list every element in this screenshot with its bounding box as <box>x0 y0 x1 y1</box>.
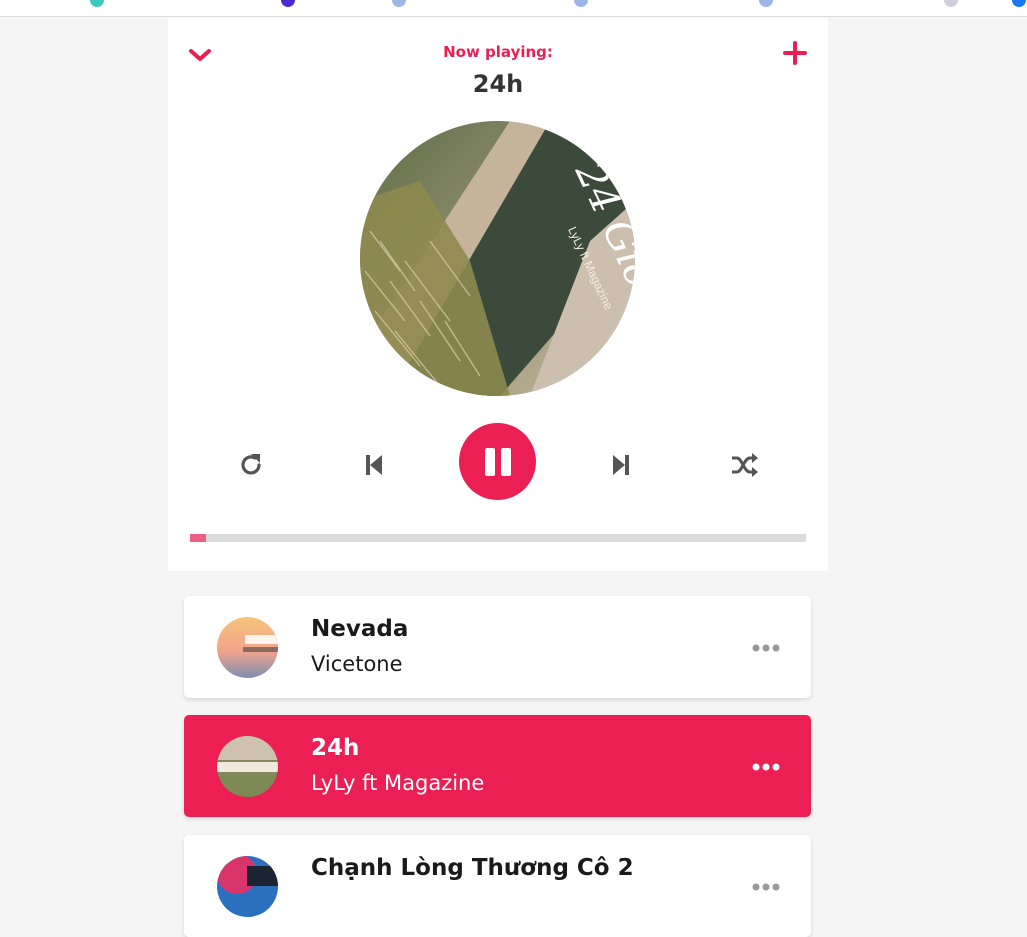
player-header: Now playing: 24h <box>168 18 828 118</box>
more-options-button[interactable] <box>752 879 780 893</box>
prev-button[interactable] <box>359 450 389 480</box>
shuffle-button[interactable] <box>728 450 760 480</box>
bookmark-icon[interactable] <box>944 0 958 7</box>
bookmark-icon[interactable] <box>574 0 588 7</box>
song-title: Nevada <box>311 616 409 642</box>
bookmark-icon[interactable] <box>90 0 104 7</box>
cd-thumbnail: 24 Giờ LyLy ft Magazine <box>360 121 635 396</box>
album-art: 24 Giờ LyLy ft Magazine <box>360 121 635 396</box>
ellipsis-icon <box>752 883 780 891</box>
progress-fill <box>190 534 207 542</box>
bookmark-icon[interactable] <box>281 0 295 7</box>
song-thumbnail <box>217 736 278 797</box>
song-item-24h[interactable]: 24h LyLy ft Magazine <box>184 715 811 817</box>
plus-icon <box>783 41 807 65</box>
song-artist: Vicetone <box>311 652 403 676</box>
more-options-button[interactable] <box>752 640 780 654</box>
add-button[interactable] <box>782 40 808 66</box>
progress-bar[interactable] <box>190 534 806 542</box>
song-title: 24h <box>311 735 360 761</box>
ellipsis-icon <box>752 644 780 652</box>
random-icon <box>732 453 758 477</box>
player-controls <box>168 423 828 503</box>
repeat-button[interactable] <box>236 450 266 480</box>
play-pause-button[interactable] <box>459 423 536 500</box>
bookmarks-bar <box>0 0 1027 17</box>
song-title: Chạnh Lòng Thương Cô 2 <box>311 855 634 881</box>
song-item-chanh-long-thuong-co-2[interactable]: Chạnh Lòng Thương Cô 2 <box>184 835 811 937</box>
step-backward-icon <box>366 455 382 475</box>
bookmark-icon[interactable] <box>759 0 773 7</box>
more-options-button[interactable] <box>752 759 780 773</box>
repeat-icon <box>241 454 261 475</box>
song-thumbnail <box>217 856 278 917</box>
step-forward-icon <box>613 455 629 475</box>
ellipsis-icon <box>752 763 780 771</box>
song-artist: LyLy ft Magazine <box>311 771 485 795</box>
player-dashboard: Now playing: 24h 24 Giờ LyLy ft Magazine <box>168 18 828 571</box>
bookmark-icon[interactable] <box>392 0 406 7</box>
song-thumbnail <box>217 617 278 678</box>
now-playing-label: Now playing: <box>443 43 553 61</box>
facebook-icon[interactable] <box>1012 0 1026 7</box>
pause-icon <box>484 447 511 476</box>
song-item-nevada[interactable]: Nevada Vicetone <box>184 596 811 698</box>
next-button[interactable] <box>606 450 636 480</box>
current-song-title: 24h <box>472 70 524 98</box>
